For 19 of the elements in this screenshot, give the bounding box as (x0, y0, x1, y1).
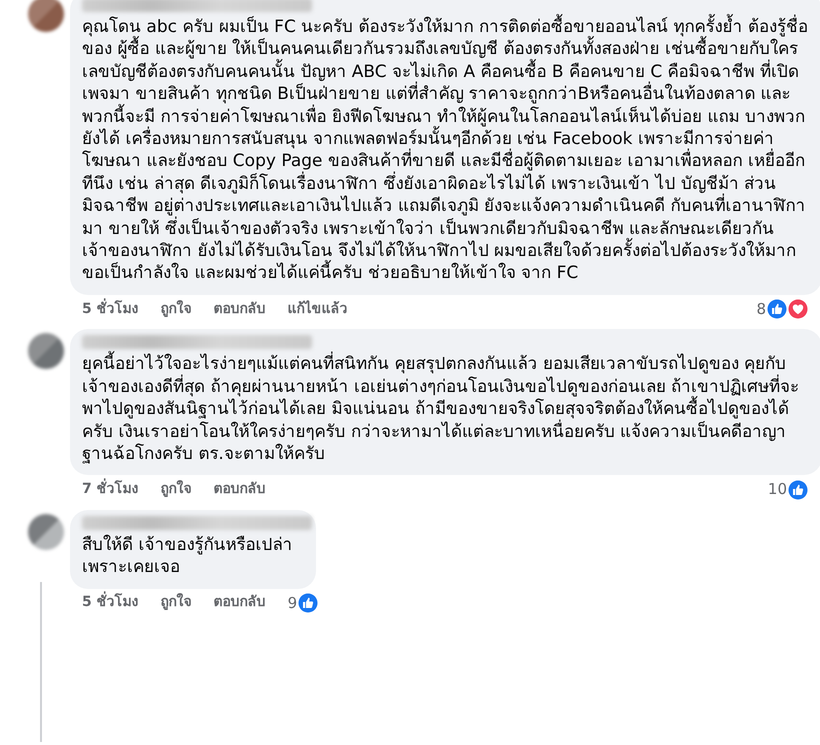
comment-text: คุณโดน abc ครับ ผมเป็น FC นะครับ ต้องระวังให้มาก การติดต่อซื้อขายออนไลน์ ทุกครั้งย้ำ ต้องรู้ชื่อของ ผู้ซื้อ และผู้ขาย ให้เป็นคนคนเดียวกันรวมถึงเลขบัญชี ต้องตรงกันทั้งสองฝ่าย เช่นซื้อขายกับใคร เลขบัญชีต้องตรงกับคนคนนั้น ปัญหา ABC จะไม่เกิด A คือคนซื้อ B คือคนขาย C คือมิจฉาชีพ ที่เปิดเพจมา ขายสินค้า ทุกชนิด Bเป็นฝ่ายขาย แต่ที่สำคัญ ราคาจะถูกกว่าBหรือคนอื่นในท้องตลาด และ พวกนี้จะมี การจ่ายค่าโฆษณาเพื่อ ยิงฟีดโฆษณา ทำให้ผู้คนในโลกออนไลน์เห็นได้บ่อย แถม บางพวก ยังได้ เครื่องหมายการสนับสนุน จากแพลตฟอร์มนั้นๆอีกด้วย เช่น Facebook เพราะมีการจ่ายค่าโฆษณา และยังชอบ Copy Page ของสินค้าที่ขายดี และมีชื่อผู้ติดตามเยอะ เอามาเพื่อหลอก เหยื่ออีกทีนึง เช่น ล่าสุด ดีเจภูมิก็โดนเรื่องนาฬิกา ซึ่งยังเอาผิดอะไรไม่ได้ เพราะเงินเข้า ไป บัญชีม้า ส่วนมิจฉาชีพ อยู่ต่างประเทศและเอาเงินไปแล้ว แถมดีเจภูมิ ยังจะแจ้งความดำเนินคดี กับคนที่เอานาฬิกามา ขายให้ ซึ่งเป็นเจ้าของตัวจริง เพราะเข้าใจว่า เป็นพวกเดียวกับมิจฉาชีพ และลักษณะเดียวกัน เจ้าของนาฬิกา ยังไม่ได้รับเงินโอน จึงไม่ได้ให้นาฬิกาไป ผมขอเสียใจด้วยครั้งต่อไปต้องระวังให้มาก ขอเป็นกำลังใจ และผมช่วยได้แค่นี้ครับ ช่วยอธิบายให้เข้าใจ จาก FC (82, 16, 810, 285)
timestamp-link[interactable]: 5 ชั่วโมง (82, 592, 139, 614)
avatar (28, 514, 64, 550)
timestamp-link[interactable]: 7 ชั่วโมง (82, 479, 139, 500)
avatar (28, 0, 64, 32)
reaction-count[interactable]: 8 (756, 298, 766, 320)
action-link[interactable]: ถูกใจ (160, 298, 192, 320)
comment-text: สืบให้ดี เจ้าของรู้กันหรือเปล่าเพราะเคยเจอ (82, 534, 294, 579)
action-link[interactable]: ตอบกลับ (214, 592, 266, 614)
comment-text: ยุคนี้อย่าไว้ใจอะไรง่ายๆแม้แต่คนที่สนิทกัน คุยสรุปตกลงกันแล้ว ยอมเสียเวลาขับรถไปดูของ คุยกับเจ้าของเองดีที่สุด ถ้าคุยผ่านนายหน้า เอเย่นต่างๆก่อนโอนเงินขอไปดูของก่อนเลย ถ้าเขาปฏิเศษที่จะพาไปดูของสันนิฐานไว้ก่อนได้เลย มิจแน่นอน ถ้ามีของขายจริงโดยสุจจริตต้องให้คนซื้อไปดูของได้ครับ เงินเราอย่าโอนให้ใครง่ายๆครับ กว่าจะหามาได้แต่ละบาทเหนื่อยครับ แจ้งความเป็นคดีอาญาฐานฉ้อโกงครับ ตร.จะตามให้ครับ (82, 353, 810, 466)
edited-label[interactable]: แก้ไขแล้ว (288, 298, 348, 320)
action-link[interactable]: ถูกใจ (160, 592, 192, 614)
avatar (28, 333, 64, 370)
timestamp-link[interactable]: 5 ชั่วโมง (82, 298, 139, 320)
action-link[interactable]: ถูกใจ (160, 479, 192, 500)
action-link[interactable]: ตอบกลับ (214, 479, 266, 500)
reaction-count[interactable]: 9 (288, 592, 298, 614)
action-link[interactable]: ตอบกลับ (214, 298, 266, 320)
reaction-count[interactable]: 10 (768, 478, 787, 501)
